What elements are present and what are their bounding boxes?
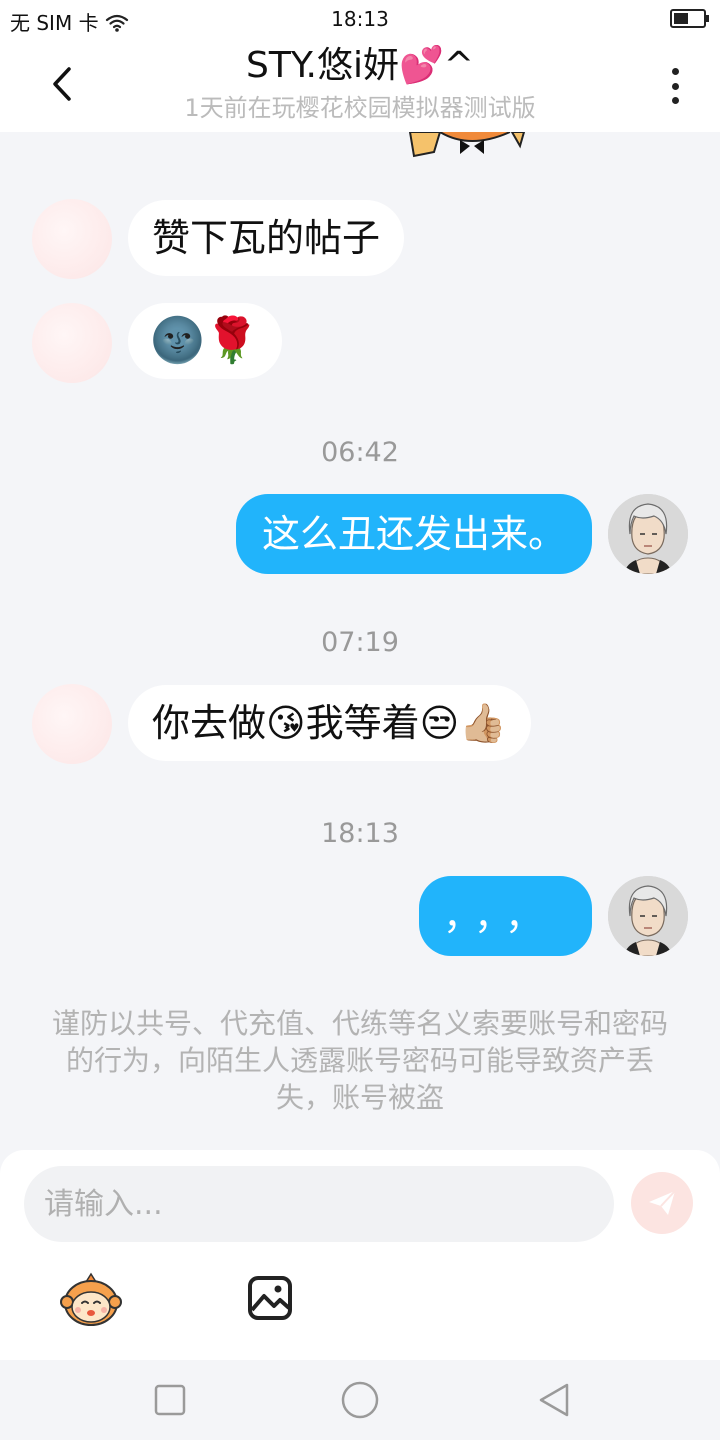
chat-subtitle: 1天前在玩樱花校园模拟器测试版 — [184, 94, 536, 122]
more-dot — [671, 82, 679, 90]
contact-avatar[interactable] — [32, 303, 112, 383]
status-bar: 无 SIM 卡 18:13 — [0, 0, 720, 36]
nav-back-button[interactable] — [532, 1378, 576, 1422]
self-avatar-image — [608, 494, 688, 574]
more-options-button[interactable] — [660, 66, 690, 106]
monkey-sticker-icon[interactable] — [60, 1270, 122, 1328]
outgoing-message-bubble[interactable]: 这么丑还发出来。 — [235, 494, 592, 574]
incoming-message-bubble[interactable]: 赞下瓦的帖子 — [128, 200, 405, 276]
input-panel — [0, 1150, 720, 1360]
chat-header: STY.悠i妍💕^ 1天前在玩樱花校园模拟器测试版 — [0, 36, 720, 132]
self-avatar[interactable] — [608, 876, 688, 956]
incoming-message-bubble[interactable]: 你去做😘我等着😒👍🏼 — [128, 685, 531, 761]
message-input[interactable] — [24, 1166, 614, 1242]
nav-home-button[interactable] — [338, 1378, 382, 1422]
contact-avatar[interactable] — [32, 199, 112, 279]
send-button[interactable] — [631, 1172, 693, 1234]
sticker-image — [408, 132, 526, 158]
more-dot — [671, 97, 679, 104]
incoming-message-bubble[interactable]: 🌚🌹 — [128, 303, 282, 379]
battery-icon — [670, 9, 709, 28]
outgoing-message-bubble[interactable]: ，，， — [419, 876, 592, 956]
status-time: 18:13 — [331, 7, 389, 31]
square-icon — [154, 1384, 186, 1416]
message-timestamp: 18:13 — [321, 818, 399, 849]
circle-icon — [341, 1381, 379, 1419]
more-vertical-icon — [671, 68, 679, 75]
contact-avatar[interactable] — [32, 684, 112, 764]
security-warning: 谨防以共号、代充值、代练等名义索要账号和密码的行为，向陌生人透露账号密码可能导致… — [51, 1007, 668, 1114]
message-timestamp: 06:42 — [321, 437, 399, 468]
self-avatar-image — [608, 876, 688, 956]
paper-plane-icon — [649, 1190, 676, 1215]
message-timestamp: 07:19 — [321, 627, 399, 658]
chevron-left-icon — [53, 67, 71, 101]
system-nav-bar — [0, 1360, 720, 1440]
triangle-back-icon — [539, 1383, 569, 1417]
image-icon[interactable] — [246, 1274, 294, 1322]
nav-recent-button[interactable] — [148, 1378, 192, 1422]
back-button[interactable] — [40, 60, 84, 108]
self-avatar[interactable] — [608, 494, 688, 574]
chat-title: STY.悠i妍💕^ — [246, 45, 474, 86]
